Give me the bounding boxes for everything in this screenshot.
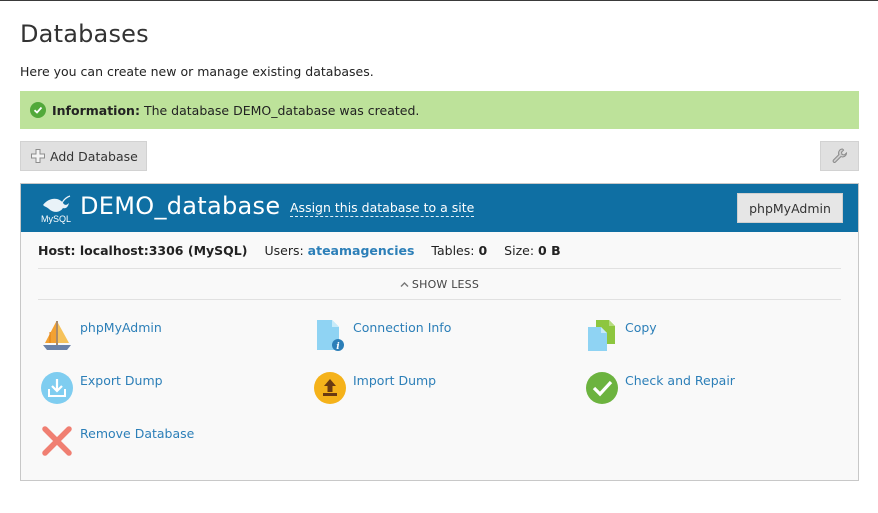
size-label: Size: [504, 243, 535, 258]
page-description: Here you can create new or manage existi… [20, 64, 374, 79]
info-label: Information: [52, 102, 140, 118]
export-dump-label: Export Dump [80, 373, 163, 388]
copy-label: Copy [625, 320, 657, 335]
database-info-row: Host: localhost:3306 (MySQL) Users: atea… [38, 243, 578, 258]
tables-label: Tables: [431, 243, 475, 258]
wrench-icon [832, 148, 847, 163]
show-less-toggle[interactable]: SHOW LESS [21, 278, 858, 291]
settings-wrench-button[interactable] [820, 141, 859, 171]
phpmyadmin-action[interactable]: phpMyAdmin [40, 318, 162, 352]
check-repair-icon [586, 372, 618, 404]
svg-text:i: i [336, 342, 340, 352]
top-border [0, 0, 878, 1]
info-message-bar: Information: The database DEMO_database … [20, 91, 859, 129]
copy-icon [588, 320, 615, 351]
chevron-up-icon [400, 282, 409, 287]
export-dump-action[interactable]: Export Dump [40, 371, 163, 405]
assign-to-site-link[interactable]: Assign this database to a site [290, 200, 475, 217]
phpmyadmin-action-label: phpMyAdmin [80, 320, 162, 335]
add-database-label: Add Database [50, 148, 138, 164]
connection-info-action[interactable]: i Connection Info [313, 318, 451, 352]
plus-icon [31, 149, 45, 163]
size-value: 0 B [538, 243, 561, 258]
divider [38, 299, 841, 300]
database-header: MySQL DEMO_database Assign this database… [21, 184, 858, 232]
import-dump-action[interactable]: Import Dump [313, 371, 436, 405]
page-title: Databases [20, 20, 149, 48]
check-repair-label: Check and Repair [625, 373, 735, 388]
users-label: Users: [264, 243, 304, 258]
connection-info-icon: i [317, 320, 344, 352]
show-less-label: SHOW LESS [411, 278, 480, 291]
import-upload-icon [314, 372, 346, 404]
info-text: The database DEMO_database was created. [143, 102, 420, 118]
remove-database-action[interactable]: Remove Database [40, 424, 194, 458]
host-label: Host: localhost:3306 (MySQL) [38, 243, 248, 258]
users-link[interactable]: ateamagencies [308, 243, 415, 258]
check-repair-action[interactable]: Check and Repair [585, 371, 735, 405]
mysql-logo-icon: MySQL [39, 191, 73, 225]
success-check-icon [30, 102, 46, 118]
phpmyadmin-header-button[interactable]: phpMyAdmin [737, 193, 843, 223]
remove-database-label: Remove Database [80, 426, 195, 441]
export-download-icon [41, 372, 73, 404]
divider [38, 268, 841, 269]
connection-info-label: Connection Info [353, 320, 452, 335]
remove-x-icon [42, 426, 72, 456]
copy-action[interactable]: Copy [585, 318, 657, 352]
tables-value: 0 [478, 243, 488, 258]
database-card: MySQL DEMO_database Assign this database… [20, 183, 859, 481]
phpmyadmin-sailboat-icon [43, 321, 71, 350]
database-name: DEMO_database [80, 192, 281, 220]
mysql-logo-text: MySQL [41, 214, 71, 224]
add-database-button[interactable]: Add Database [20, 141, 147, 171]
import-dump-label: Import Dump [353, 373, 437, 388]
